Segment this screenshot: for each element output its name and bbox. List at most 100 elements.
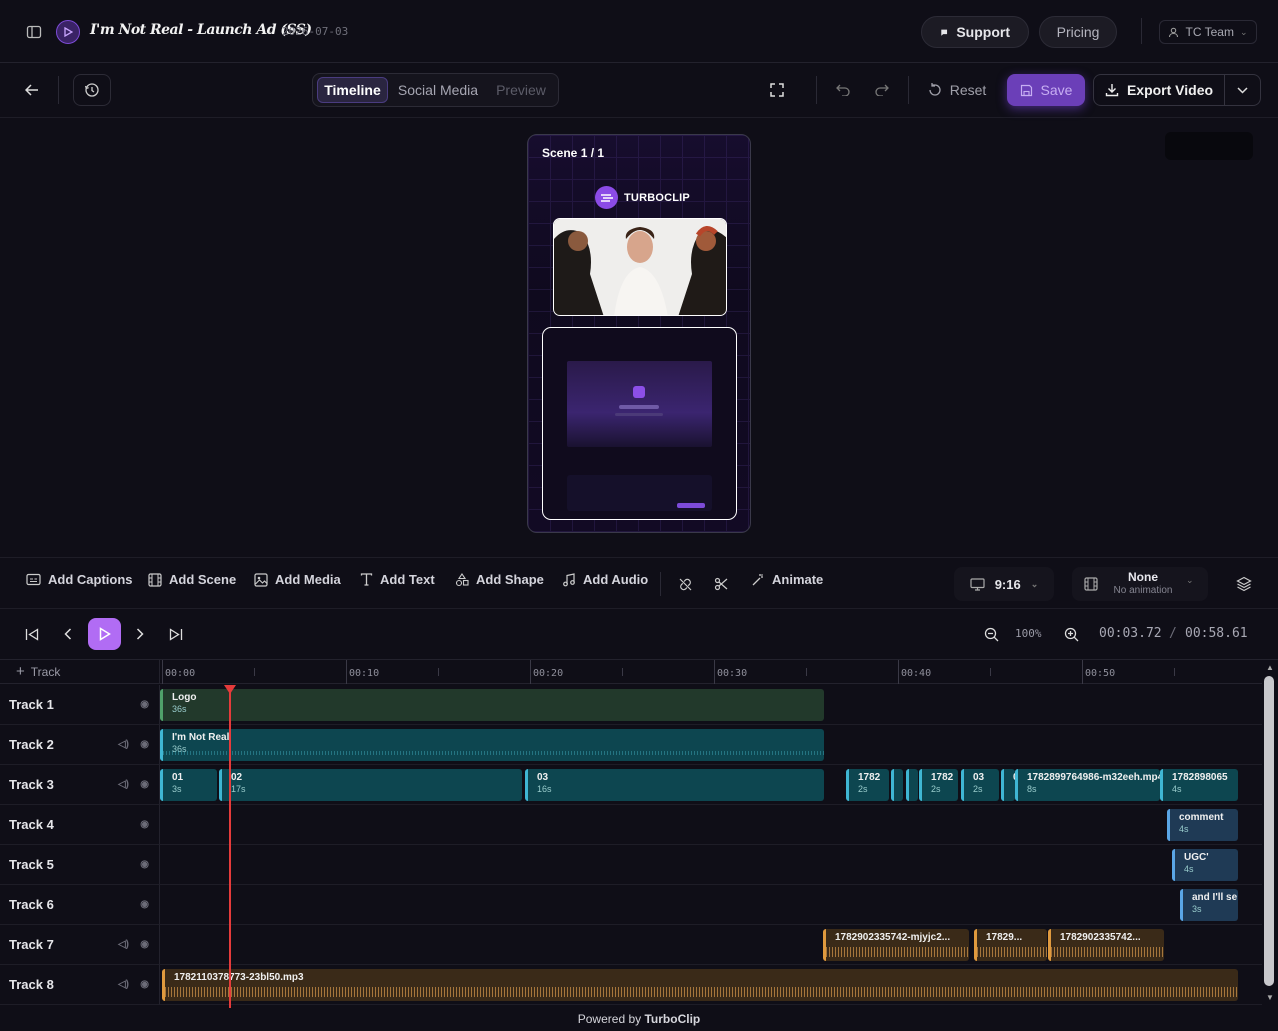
footer-brand[interactable]: TurboClip	[644, 1012, 700, 1026]
unlink-icon[interactable]	[675, 574, 695, 594]
play-button[interactable]	[88, 618, 121, 650]
timeline-clip[interactable]: I'm Not Real 36s	[160, 729, 824, 761]
track-label[interactable]: Track 3 ◉ ◁)	[0, 765, 160, 805]
track-lane[interactable]: Logo 36s	[160, 685, 1262, 725]
eye-icon[interactable]: ◉	[140, 819, 149, 830]
zoom-out-icon[interactable]	[981, 624, 1001, 644]
time-ruler[interactable]: 00:00 00:10 00:20 00:30 00:40 00:50	[160, 660, 1262, 684]
timeline-clip[interactable]: UGC' 4s	[1172, 849, 1238, 881]
team-selector[interactable]: TC Team ⌄	[1159, 20, 1257, 44]
export-video-button[interactable]: Export Video	[1093, 74, 1225, 106]
timeline-clip[interactable]: 1782902335742...	[1048, 929, 1164, 961]
reset-button[interactable]: Reset	[920, 76, 994, 104]
tab-social-media[interactable]: Social Media	[393, 77, 483, 103]
eye-icon[interactable]: ◉	[140, 779, 149, 790]
timeline-clip[interactable]: 1	[906, 769, 918, 801]
track-lane[interactable]: I'm Not Real 36s	[160, 725, 1262, 765]
screen-text-line	[619, 405, 659, 409]
timeline-clip[interactable]: 1782899764986-m32eeh.mp4 8s	[1015, 769, 1160, 801]
timeline-clip[interactable]: 0	[1001, 769, 1015, 801]
zoom-in-icon[interactable]	[1061, 624, 1081, 644]
eye-icon[interactable]: ◉	[140, 979, 149, 990]
track-lane[interactable]: 013s0217s0316s17822s1117822s032s01782899…	[160, 765, 1262, 805]
scissors-icon[interactable]	[711, 574, 731, 594]
add-track-button[interactable]: + Track	[0, 660, 160, 684]
add-audio-button[interactable]: Add Audio	[562, 572, 648, 587]
aspect-ratio-selector[interactable]: 9:16 ⌄	[954, 567, 1054, 601]
save-button[interactable]: Save	[1007, 74, 1085, 106]
previous-frame-icon[interactable]	[58, 624, 78, 644]
track-lane[interactable]: and I'll se 3s	[160, 885, 1262, 925]
track-label[interactable]: Track 1 ◉	[0, 685, 160, 725]
add-text-button[interactable]: Add Text	[360, 572, 435, 587]
track-name: Track 7	[9, 937, 54, 952]
eye-icon[interactable]: ◉	[140, 739, 149, 750]
scroll-down-icon[interactable]: ▼	[1266, 993, 1274, 1002]
vertical-scrollbar[interactable]: ▲ ▼	[1262, 660, 1278, 1008]
track-lane[interactable]: 1782902335742-mjyjc2... 17829... 178290233…	[160, 925, 1262, 965]
skip-to-end-icon[interactable]	[166, 624, 186, 644]
track-lane[interactable]: 1782110378773-23bl50.mp3	[160, 965, 1262, 1005]
animation-subtitle: No animation	[1113, 585, 1173, 596]
timeline-clip[interactable]: and I'll se 3s	[1180, 889, 1238, 921]
timeline-clip[interactable]: 17829...	[974, 929, 1047, 961]
timeline-clip[interactable]: 1782 2s	[919, 769, 958, 801]
track-label[interactable]: Track 6 ◉	[0, 885, 160, 925]
pricing-button[interactable]: Pricing	[1039, 16, 1117, 48]
scrollbar-thumb[interactable]	[1264, 676, 1274, 986]
timeline-clip[interactable]: 1	[891, 769, 903, 801]
track-label[interactable]: Track 7 ◉ ◁)	[0, 925, 160, 965]
add-media-button[interactable]: Add Media	[254, 572, 341, 587]
track-label[interactable]: Track 8 ◉ ◁)	[0, 965, 160, 1005]
track-label[interactable]: Track 5 ◉	[0, 845, 160, 885]
support-button[interactable]: Support	[921, 16, 1029, 48]
add-scene-button[interactable]: Add Scene	[148, 572, 236, 587]
timeline-clip[interactable]: 1782898065 4s	[1160, 769, 1238, 801]
playhead[interactable]	[229, 685, 231, 1008]
fullscreen-icon[interactable]	[766, 80, 788, 100]
add-shape-button[interactable]: Add Shape	[455, 572, 544, 587]
project-title[interactable]: I'm Not Real - Launch Ad (SS)	[90, 22, 312, 38]
export-options-chevron-icon[interactable]	[1225, 74, 1261, 106]
track-lane[interactable]: UGC' 4s	[160, 845, 1262, 885]
layers-icon[interactable]	[1233, 573, 1255, 595]
undo-icon[interactable]	[832, 80, 854, 100]
next-frame-icon[interactable]	[130, 624, 150, 644]
track-label[interactable]: Track 4 ◉	[0, 805, 160, 845]
back-arrow-icon[interactable]	[20, 80, 44, 100]
timeline-clip[interactable]: 03 2s	[961, 769, 999, 801]
scroll-up-icon[interactable]: ▲	[1266, 663, 1274, 672]
track-lane[interactable]: comment 4s	[160, 805, 1262, 845]
skip-to-start-icon[interactable]	[22, 624, 42, 644]
timeline-clip[interactable]: 03 16s	[525, 769, 824, 801]
tab-preview[interactable]: Preview	[487, 77, 555, 103]
timeline-clip[interactable]: Logo 36s	[160, 689, 824, 721]
timeline-clip[interactable]: 1782110378773-23bl50.mp3	[162, 969, 1238, 1001]
animation-selector[interactable]: None No animation ⌄	[1072, 567, 1208, 601]
tab-timeline[interactable]: Timeline	[317, 77, 388, 103]
sidebar-toggle-icon[interactable]	[22, 20, 46, 44]
timeline-clip[interactable]: 02 17s	[219, 769, 522, 801]
history-icon[interactable]	[73, 74, 111, 106]
timeline-clip[interactable]: 01 3s	[160, 769, 217, 801]
animate-button[interactable]: Animate	[751, 572, 823, 587]
redo-icon[interactable]	[871, 80, 893, 100]
add-captions-button[interactable]: Add Captions	[26, 572, 133, 587]
volume-icon[interactable]: ◁)	[118, 939, 129, 950]
timeline-clip[interactable]: 1782 2s	[846, 769, 889, 801]
timeline-clip[interactable]: 1782902335742-mjyjc2...	[823, 929, 969, 961]
media-screen-recording[interactable]	[542, 327, 737, 520]
volume-icon[interactable]: ◁)	[118, 979, 129, 990]
playhead-handle[interactable]	[224, 685, 236, 694]
media-image-makeup[interactable]	[553, 218, 727, 316]
eye-icon[interactable]: ◉	[140, 939, 149, 950]
video-preview[interactable]: Scene 1 / 1 TURBOCLIP	[527, 134, 751, 533]
eye-icon[interactable]: ◉	[140, 899, 149, 910]
track-name: Track 6	[9, 897, 54, 912]
eye-icon[interactable]: ◉	[140, 699, 149, 710]
volume-icon[interactable]: ◁)	[118, 779, 129, 790]
timeline-clip[interactable]: comment 4s	[1167, 809, 1238, 841]
track-label[interactable]: Track 2 ◉ ◁)	[0, 725, 160, 765]
volume-icon[interactable]: ◁)	[118, 739, 129, 750]
eye-icon[interactable]: ◉	[140, 859, 149, 870]
